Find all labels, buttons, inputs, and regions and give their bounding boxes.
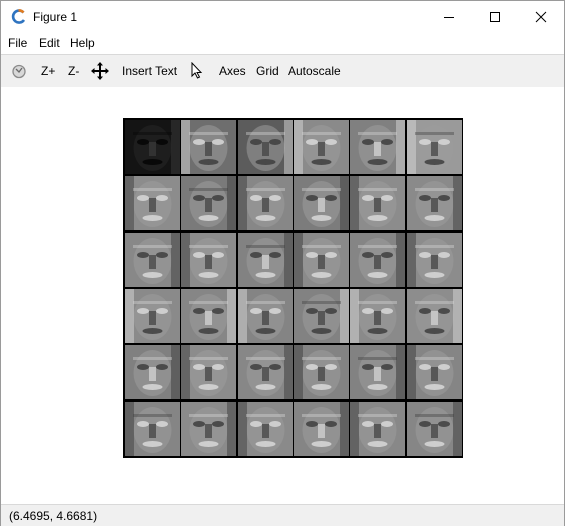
pan-icon bbox=[91, 62, 109, 80]
title-bar[interactable]: Figure 1 bbox=[1, 1, 564, 32]
face-tile bbox=[406, 401, 462, 456]
rotate-icon bbox=[12, 64, 26, 79]
figure-canvas[interactable] bbox=[1, 87, 564, 503]
face-tile bbox=[181, 120, 237, 174]
face-tile bbox=[293, 401, 349, 456]
minimize-icon bbox=[444, 16, 454, 18]
face-tile bbox=[125, 176, 180, 231]
face-tile bbox=[125, 232, 180, 287]
face-tile bbox=[181, 401, 237, 456]
face-tile bbox=[237, 345, 293, 400]
zoom-out-button[interactable]: Z- bbox=[68, 63, 79, 79]
axes-button[interactable]: Axes bbox=[219, 63, 246, 79]
cursor-arrow-icon bbox=[191, 62, 203, 79]
face-tile bbox=[293, 176, 349, 231]
face-tile bbox=[350, 176, 406, 231]
face-tile bbox=[350, 232, 406, 287]
face-tile bbox=[125, 120, 180, 174]
figure-window: Figure 1 File Edit Help Z+ Z- Insert Tex… bbox=[0, 0, 565, 526]
face-tile bbox=[406, 345, 462, 400]
face-tile bbox=[181, 345, 237, 400]
cursor-coordinates: (6.4695, 4.6681) bbox=[9, 509, 98, 523]
app-icon bbox=[10, 8, 27, 25]
select-button[interactable] bbox=[187, 61, 207, 81]
face-tile bbox=[350, 345, 406, 400]
face-tile bbox=[125, 345, 180, 400]
close-button[interactable] bbox=[518, 1, 564, 32]
insert-text-button[interactable]: Insert Text bbox=[122, 63, 177, 79]
window-title: Figure 1 bbox=[33, 10, 78, 24]
face-tile bbox=[406, 232, 462, 287]
autoscale-button[interactable]: Autoscale bbox=[288, 63, 341, 79]
face-tile bbox=[350, 288, 406, 343]
eigenface-grid bbox=[123, 118, 463, 458]
maximize-icon bbox=[490, 11, 500, 22]
minimize-button[interactable] bbox=[426, 1, 472, 32]
face-tile bbox=[350, 401, 406, 456]
face-tile bbox=[293, 345, 349, 400]
face-tile bbox=[350, 120, 406, 174]
toolbar: Z+ Z- Insert Text Axes Grid Autoscale bbox=[1, 54, 564, 88]
rotate-button[interactable] bbox=[9, 61, 29, 81]
face-tile bbox=[125, 401, 180, 456]
face-tile bbox=[181, 288, 237, 343]
menu-bar: File Edit Help bbox=[1, 33, 564, 53]
face-tile bbox=[293, 288, 349, 343]
pan-button[interactable] bbox=[90, 61, 110, 81]
face-tile bbox=[237, 176, 293, 231]
face-tile bbox=[125, 288, 180, 343]
face-tile bbox=[181, 232, 237, 287]
face-tile bbox=[293, 120, 349, 174]
menu-file[interactable]: File bbox=[8, 36, 27, 50]
close-icon bbox=[535, 11, 547, 22]
menu-edit[interactable]: Edit bbox=[39, 36, 60, 50]
face-tile bbox=[406, 288, 462, 343]
maximize-button[interactable] bbox=[472, 1, 518, 32]
face-tile bbox=[237, 401, 293, 456]
menu-help[interactable]: Help bbox=[70, 36, 95, 50]
face-tile bbox=[237, 288, 293, 343]
face-tile bbox=[181, 176, 237, 231]
face-tile bbox=[237, 120, 293, 174]
face-tile bbox=[293, 232, 349, 287]
face-tile bbox=[237, 232, 293, 287]
status-bar: (6.4695, 4.6681) bbox=[1, 504, 564, 526]
grid-button[interactable]: Grid bbox=[256, 63, 279, 79]
zoom-in-button[interactable]: Z+ bbox=[41, 63, 55, 79]
face-tile bbox=[406, 120, 462, 174]
face-tile bbox=[406, 176, 462, 231]
